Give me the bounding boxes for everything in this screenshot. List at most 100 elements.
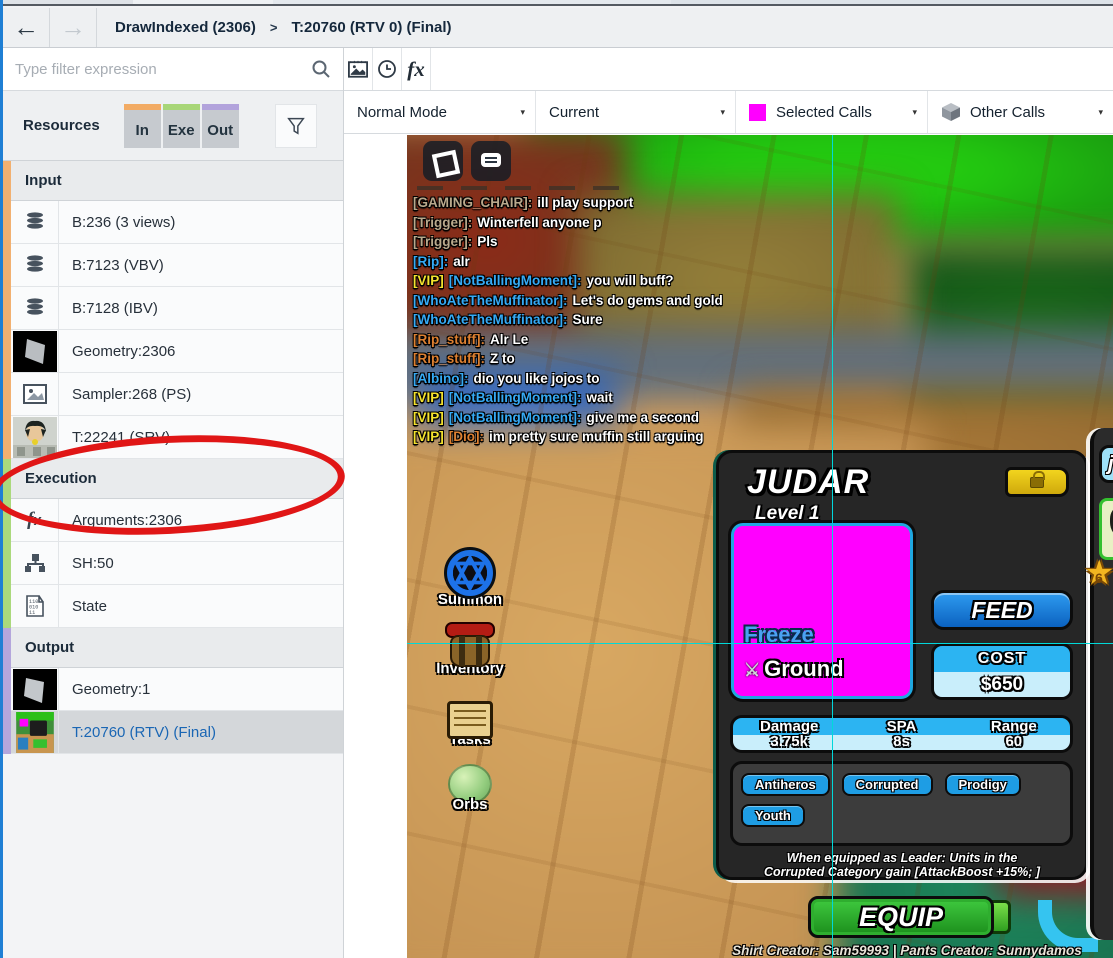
stats-panel: Damage SPA Range 3.75k 8s 60: [730, 715, 1073, 753]
section-header-output: Output: [11, 628, 343, 668]
chat-message: [Albino]: dio you like jojos to: [413, 370, 600, 386]
resource-row-sampler268[interactable]: Sampler:268 (PS): [11, 373, 343, 416]
resource-row-b7128[interactable]: B:7128 (IBV): [11, 287, 343, 330]
category-tags-panel: Antiheros Corrupted Prodigy Youth: [730, 761, 1073, 846]
funnel-filter-button[interactable]: [274, 103, 317, 148]
back-arrow-icon: ←: [13, 12, 39, 42]
star-count: 6: [1095, 570, 1103, 586]
inventory-button[interactable]: Inventory: [425, 622, 515, 677]
search-icon[interactable]: [299, 48, 343, 90]
element-label: Freeze: [744, 622, 814, 647]
back-button[interactable]: ←: [3, 8, 50, 47]
clipped-chat-line: [417, 186, 627, 190]
channel-mode-dropdown[interactable]: Normal Mode ▾: [344, 91, 536, 133]
section-header-input: Input: [11, 161, 343, 201]
chat-message: [VIP] [NotBallingMoment]: you will buff?: [413, 273, 674, 288]
texture-viewport[interactable]: [GAMING_CHAIR]: ill play support [Trigger…: [344, 134, 1113, 958]
unit-thumbnail-card[interactable]: [1099, 498, 1113, 560]
game-side-menu: Summon Inventory Tasks Orbs: [425, 547, 515, 827]
buffer-icon: [11, 244, 59, 286]
clock-icon: [378, 60, 396, 78]
chat-message: [Trigger]: Pls: [413, 234, 498, 249]
view-options-row: Normal Mode ▾ Current ▾ Selected Calls ▾…: [344, 91, 1113, 134]
fx-icon: fx: [11, 499, 59, 541]
geometry-thumbnail: [11, 668, 59, 710]
selected-calls-dropdown[interactable]: Selected Calls ▾: [736, 91, 928, 133]
filter-input[interactable]: [3, 60, 299, 78]
resource-row-sh50[interactable]: SH:50: [11, 542, 343, 585]
crosshair-horizontal-line: [407, 643, 1113, 644]
resource-row-t20760-selected[interactable]: T:20760 (RTV) (Final): [11, 711, 343, 754]
tag-prodigy[interactable]: Prodigy: [944, 773, 1021, 796]
inventory-icon: [443, 622, 497, 668]
chevron-down-icon: ▾: [1098, 106, 1103, 117]
resource-row-arguments[interactable]: fx Arguments:2306: [11, 499, 343, 542]
chat-toggle-icon[interactable]: [471, 141, 511, 181]
buffer-icon: [11, 287, 59, 329]
tag-youth[interactable]: Youth: [741, 804, 805, 827]
equip-button[interactable]: EQUIP: [808, 896, 994, 938]
section-input: Input B:236 (3 views) B:7123 (VBV) B:712…: [3, 161, 343, 459]
chevron-down-icon: ▾: [520, 106, 525, 117]
tag-corrupted[interactable]: Corrupted: [841, 773, 933, 796]
cube-icon: [942, 103, 960, 121]
resource-sidebar: Resources In Exe Out Input B:236 (3 view…: [0, 48, 348, 958]
filter-toggle-out[interactable]: Out: [201, 103, 241, 148]
tasks-icon: [447, 701, 493, 739]
history-tool-button[interactable]: [373, 48, 402, 90]
resource-row-geometry2306[interactable]: Geometry:2306: [11, 330, 343, 373]
resource-row-geometry1[interactable]: Geometry:1: [11, 668, 343, 711]
summon-button[interactable]: Summon: [425, 547, 515, 608]
forward-arrow-icon: →: [60, 12, 86, 42]
breadcrumb-event[interactable]: DrawIndexed (2306): [115, 19, 256, 36]
unit-name: JUDAR: [747, 463, 870, 501]
placement-label: ⚔ Ground: [744, 656, 844, 681]
cost-panel: COST $650: [931, 643, 1073, 700]
lock-button[interactable]: [1005, 467, 1069, 497]
chat-message: [Rip_stuff]: Alr Le: [413, 331, 529, 347]
section-execution: Execution fx Arguments:2306 SH:50 110 010…: [3, 459, 343, 628]
breadcrumb: DrawIndexed (2306) > T:20760 (RTV 0) (Fi…: [97, 19, 452, 36]
resource-row-b236[interactable]: B:236 (3 views): [11, 201, 343, 244]
filter-toggle-exe[interactable]: Exe: [162, 103, 202, 148]
chat-message: [GAMING_CHAIR]: ill play support: [413, 195, 634, 210]
sampler-icon: [11, 373, 59, 415]
resource-row-state[interactable]: 110 010 11 State: [11, 585, 343, 628]
texture-thumbnail: [11, 416, 59, 458]
tag-antiheros[interactable]: Antiheros: [741, 773, 830, 796]
chat-message: [WhoAteTheMuffinator]: Sure: [413, 312, 603, 327]
chevron-down-icon: ▾: [720, 106, 725, 117]
state-icon: 110 010 11: [11, 585, 59, 627]
game-frame-texture[interactable]: [GAMING_CHAIR]: ill play support [Trigger…: [407, 135, 1113, 958]
panel-tab-button[interactable]: jo: [1099, 445, 1113, 483]
section-header-execution: Execution: [11, 459, 343, 499]
mip-dropdown[interactable]: Current ▾: [536, 91, 736, 133]
creators-credit-text: Shirt Creator: Sam59993 | Pants Creator:…: [732, 943, 1082, 958]
buffer-icon: [11, 201, 59, 243]
resource-row-t22241[interactable]: T:22241 (SRV): [11, 416, 343, 459]
tree-icon: [11, 542, 59, 584]
game-thumbnail: [11, 711, 59, 753]
roblox-menu-icon[interactable]: [423, 141, 463, 181]
unit-level: Level 1: [755, 503, 820, 524]
crosshair-vertical-line: [832, 135, 833, 958]
image-icon: [348, 60, 368, 78]
geometry-thumbnail: [11, 330, 59, 372]
breadcrumb-resource[interactable]: T:20760 (RTV 0) (Final): [291, 19, 451, 36]
forward-button[interactable]: →: [50, 8, 97, 47]
tasks-button[interactable]: Tasks: [425, 701, 515, 748]
funnel-icon: [286, 117, 305, 135]
other-calls-dropdown[interactable]: Other Calls ▾: [928, 91, 1113, 133]
renderdoc-window: ← → DrawIndexed (2306) > T:20760 (RTV 0)…: [0, 0, 1113, 958]
breadcrumb-separator: >: [269, 20, 278, 35]
chat-message: [Rip_stuff]: Z to: [413, 351, 515, 366]
shader-tool-button[interactable]: fx: [402, 48, 431, 90]
chat-message: [Rip]: alr: [413, 253, 470, 269]
image-tool-button[interactable]: [344, 48, 373, 90]
stat-value-spa: 8s: [893, 733, 910, 750]
feed-button[interactable]: FEED: [931, 590, 1073, 630]
filter-toggle-in[interactable]: In: [123, 103, 163, 148]
resource-row-b7123[interactable]: B:7123 (VBV): [11, 244, 343, 287]
orbs-button[interactable]: Orbs: [425, 764, 515, 813]
leader-bonus-text: When equipped as Leader: Units in the Co…: [763, 851, 1041, 879]
